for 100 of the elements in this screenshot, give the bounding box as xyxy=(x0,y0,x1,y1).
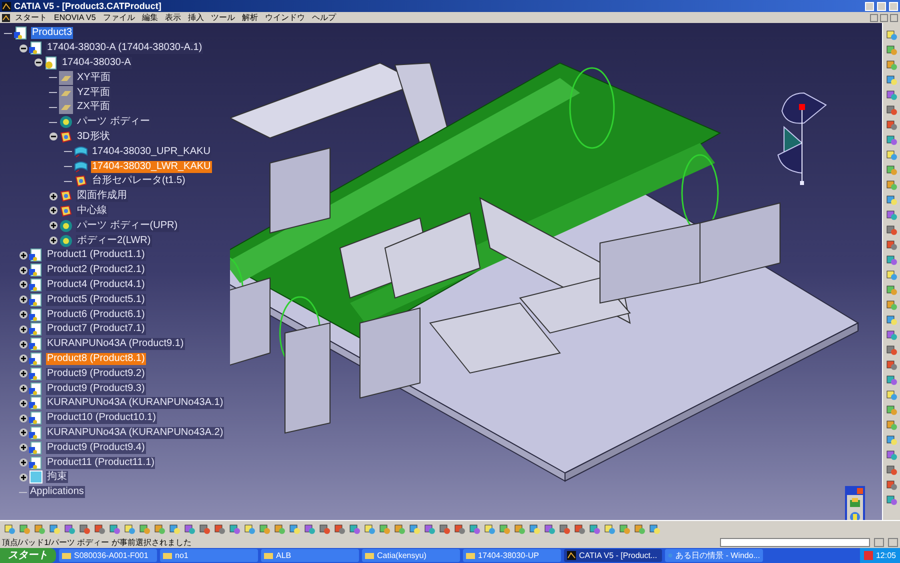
tree-item[interactable]: Product9 (Product9.3) xyxy=(46,382,146,395)
collapse-icon[interactable] xyxy=(34,58,42,68)
expand-icon[interactable] xyxy=(18,443,28,452)
tree-item[interactable]: Product3 xyxy=(31,27,74,40)
tool-icon[interactable] xyxy=(886,374,898,386)
tool-icon[interactable] xyxy=(64,523,76,535)
tool-icon[interactable] xyxy=(886,359,898,371)
menu-item[interactable]: 編集 xyxy=(142,12,158,22)
expand-icon[interactable] xyxy=(18,280,28,290)
expand-icon[interactable] xyxy=(48,206,58,216)
menu-item[interactable]: ツール xyxy=(210,12,235,22)
taskbar-button[interactable]: ある日の情景 - Windo... xyxy=(665,549,763,562)
tree-item[interactable]: Product4 (Product4.1) xyxy=(46,278,146,291)
menu-item[interactable]: 解析 xyxy=(242,12,258,22)
taskbar-button[interactable]: 17404-38030-UP xyxy=(463,549,561,562)
expand-icon[interactable] xyxy=(48,236,58,246)
tree-item[interactable]: Product6 (Product6.1) xyxy=(46,308,146,321)
expand-icon[interactable] xyxy=(18,324,28,334)
3d-viewport[interactable] xyxy=(0,23,882,520)
tool-icon[interactable] xyxy=(124,523,136,535)
expand-icon[interactable] xyxy=(18,369,28,378)
taskbar-button[interactable]: no1 xyxy=(160,549,258,562)
tool-icon[interactable] xyxy=(886,314,898,326)
tool-icon[interactable] xyxy=(439,523,451,535)
taskbar-button[interactable]: S080036-A001-F001 xyxy=(59,549,157,562)
tool-icon[interactable] xyxy=(454,523,466,535)
collapse-icon[interactable] xyxy=(18,44,28,53)
tool-icon[interactable] xyxy=(886,104,898,116)
tree-item[interactable]: KURANPUNo43A (KURANPUNo43A.2) xyxy=(46,426,224,439)
tree-item[interactable]: KURANPUNo43A (KURANPUNo43A.1) xyxy=(46,397,224,410)
menu-item[interactable]: ヘルプ xyxy=(312,12,336,22)
tool-icon[interactable] xyxy=(469,523,481,535)
tool-icon[interactable] xyxy=(259,523,271,535)
tree-item[interactable]: KURANPUNo43A (Product9.1) xyxy=(46,338,185,350)
tree-item[interactable]: 中心線 xyxy=(76,204,108,217)
expand-icon[interactable] xyxy=(18,472,28,482)
taskbar-button[interactable]: CATIA V5 - [Product... xyxy=(564,549,662,562)
tool-icon[interactable] xyxy=(139,523,151,535)
tool-icon[interactable] xyxy=(886,29,898,41)
tree-item[interactable]: Product10 (Product10.1) xyxy=(46,412,157,424)
expand-icon[interactable] xyxy=(18,414,28,423)
tool-icon[interactable] xyxy=(184,523,196,535)
tool-icon[interactable] xyxy=(886,164,898,176)
expand-icon[interactable] xyxy=(18,458,28,467)
tool-icon[interactable] xyxy=(214,523,226,535)
tree-item[interactable]: 17404-38030_UPR_KAKU xyxy=(91,146,212,158)
expand-icon[interactable] xyxy=(18,384,28,394)
tool-icon[interactable] xyxy=(649,523,661,535)
tree-item[interactable]: Product7 (Product7.1) xyxy=(46,323,146,336)
expand-icon[interactable] xyxy=(18,310,28,320)
tool-icon[interactable] xyxy=(319,523,331,535)
menu-item[interactable]: ENOVIA V5 xyxy=(54,12,96,22)
tool-icon[interactable] xyxy=(514,523,526,535)
tool-icon[interactable] xyxy=(499,523,511,535)
tree-item[interactable]: ZX平面 xyxy=(76,101,111,114)
tool-icon[interactable] xyxy=(886,389,898,401)
menu-item[interactable]: ウインドウ xyxy=(264,12,305,22)
tool-icon[interactable] xyxy=(886,239,898,251)
tool-icon[interactable] xyxy=(484,523,496,535)
maximize-button[interactable] xyxy=(877,2,886,10)
tree-item[interactable]: 図面作成用 xyxy=(76,190,128,202)
tool-icon[interactable] xyxy=(559,523,571,535)
tree-item[interactable]: Product9 (Product9.4) xyxy=(46,442,146,454)
tree-item[interactable]: YZ平面 xyxy=(76,86,111,99)
expand-icon[interactable] xyxy=(18,250,28,260)
tool-icon[interactable] xyxy=(169,523,181,535)
tool-icon[interactable] xyxy=(274,523,286,535)
tool-icon[interactable] xyxy=(886,224,898,236)
minimize-button[interactable] xyxy=(865,2,874,10)
tool-icon[interactable] xyxy=(379,523,391,535)
menu-item[interactable]: 挿入 xyxy=(188,12,204,22)
tree-item[interactable]: Product9 (Product9.2) xyxy=(46,368,146,380)
tool-icon[interactable] xyxy=(886,149,898,161)
tool-icon[interactable] xyxy=(886,59,898,71)
tree-item[interactable]: Product5 (Product5.1) xyxy=(46,294,146,306)
tool-icon[interactable] xyxy=(304,523,316,535)
tool-icon[interactable] xyxy=(544,523,556,535)
tree-item[interactable]: ボディー2(LWR) xyxy=(76,234,152,247)
taskbar-button[interactable]: ALB xyxy=(261,549,359,562)
tool-icon[interactable] xyxy=(886,329,898,341)
menu-item[interactable]: 表示 xyxy=(164,12,181,22)
menu-item[interactable]: スタート xyxy=(15,12,47,22)
tool-icon[interactable] xyxy=(604,523,616,535)
tool-icon[interactable] xyxy=(886,494,898,506)
tool-icon[interactable] xyxy=(244,523,256,535)
tool-icon[interactable] xyxy=(229,523,241,535)
tree-item[interactable]: パーツ ボディー(UPR) xyxy=(76,220,179,232)
tool-icon[interactable] xyxy=(886,269,898,281)
tool-icon[interactable] xyxy=(4,523,16,535)
expand-icon[interactable] xyxy=(18,398,28,408)
tool-icon[interactable] xyxy=(424,523,436,535)
tree-item[interactable]: Product11 (Product11.1) xyxy=(46,456,156,468)
tool-icon[interactable] xyxy=(49,523,61,535)
tool-icon[interactable] xyxy=(886,419,898,431)
tool-icon[interactable] xyxy=(886,119,898,131)
tool-icon[interactable] xyxy=(574,523,586,535)
tool-icon[interactable] xyxy=(886,299,898,311)
tree-item[interactable]: Applications xyxy=(29,486,85,498)
tool-icon[interactable] xyxy=(886,194,898,206)
collapse-icon[interactable] xyxy=(48,132,58,142)
